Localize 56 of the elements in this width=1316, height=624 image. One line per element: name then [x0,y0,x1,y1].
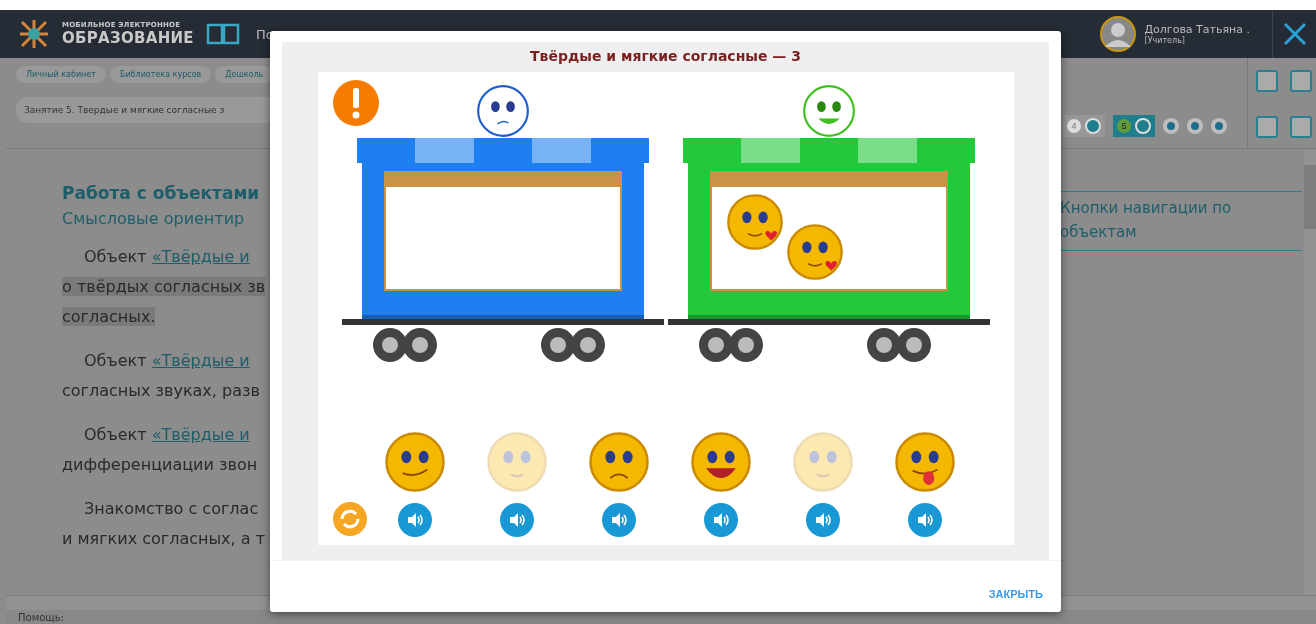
object-link[interactable]: «Твёрдые и [151,247,250,266]
help-label: Помощь: [18,611,64,623]
smiley-face [725,193,784,251]
nav-dot[interactable] [1187,118,1203,134]
tray-smiley[interactable] [689,431,752,493]
warning-icon[interactable] [332,80,379,126]
smiley-face [475,84,530,138]
sound-button[interactable] [805,503,840,537]
paragraph-line: Объект [84,351,148,370]
refresh-button[interactable] [331,501,368,537]
smiley-face [791,431,854,493]
smiley-face [689,431,752,493]
sound-button[interactable] [601,503,636,537]
section-heading: Работа с объектами [62,183,261,203]
logo-title: ОБРАЗОВАНИЕ [62,29,194,47]
smiley-face [801,84,856,138]
smiley-face [383,431,446,493]
smiley-face [893,431,956,493]
breadcrumb-link[interactable]: Библиотека курсов [109,66,212,83]
toolbar-button[interactable] [1290,116,1312,138]
close-icon [1281,21,1308,47]
toolbar-button[interactable] [1290,70,1312,92]
tray-smiley[interactable] [383,431,446,493]
toolbar-button[interactable] [1256,70,1278,92]
tray-smiley[interactable] [893,431,956,493]
paragraph-line: согласных звуках, разв [62,381,260,400]
page-tab[interactable]: 4 [1063,115,1105,137]
book-icon [205,23,240,45]
nav-dot[interactable] [1163,118,1179,134]
paragraph-line: Знакомство с соглас [84,499,259,518]
close-button[interactable]: ЗАКРЫТЬ [984,583,1047,604]
sound-button[interactable] [397,503,432,537]
section-subheading: Смысловые ориентир [62,209,246,228]
paragraph-line: дифференциации звон [62,455,258,474]
smiley-face [485,431,548,493]
object-link[interactable]: «Твёрдые и [151,351,250,370]
object-link[interactable]: «Твёрдые и [151,425,250,444]
paragraph-line: Объект [84,425,148,444]
avatar-icon [1098,15,1137,53]
paragraph-line: и мягких согласных, а т [62,529,265,548]
nav-dot[interactable] [1211,118,1227,134]
user-role: [Учитель] [1144,36,1186,45]
paragraph-line: Объект [84,247,148,266]
breadcrumb-link[interactable]: Личный кабинет [16,66,106,83]
user-name: Долгова Татьяна . [1144,23,1250,36]
logo-icon [18,18,50,50]
sound-button[interactable] [499,503,534,537]
smiley-face [587,431,650,493]
toolbar-button[interactable] [1256,116,1278,138]
scrollbar[interactable] [1304,149,1316,595]
sound-button[interactable] [907,503,942,537]
sound-button[interactable] [703,503,738,537]
dialog-title: Твёрдые и мягкие согласные — 3 [530,47,801,66]
smiley-face [785,223,844,281]
page-tab[interactable]: 5 [1113,115,1155,137]
tray-smiley[interactable] [587,431,650,493]
